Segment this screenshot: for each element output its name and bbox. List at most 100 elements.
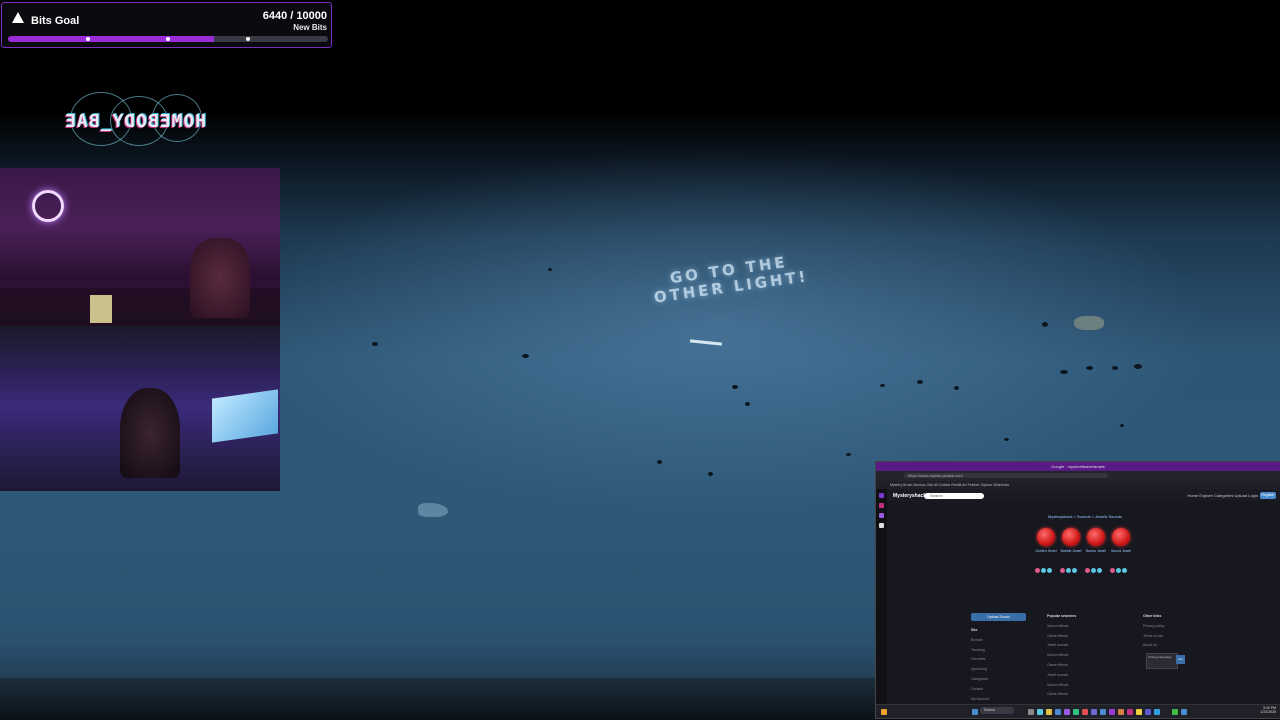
footer-link[interactable]: Jewel sounds [1047,673,1068,677]
taskbar-app-icon[interactable] [1046,709,1052,715]
taskbar-app-icon[interactable] [1109,709,1115,715]
taskbar-app-icon[interactable] [1127,709,1133,715]
jewel-thumbnail[interactable] [1112,528,1130,546]
rating-icons [1085,560,1107,573]
taskbar-app-icon[interactable] [1082,709,1088,715]
ground-pebble [1086,366,1093,370]
rating-icons [1110,560,1132,573]
weather-icon[interactable] [881,709,887,715]
ground-pebble [657,460,662,464]
footer-link[interactable]: Jewel sounds [1047,643,1068,647]
ground-pebble [522,354,529,358]
footer-link[interactable]: Upcoming [971,667,987,671]
ground-pebble [732,385,738,389]
sidebar-app-icon[interactable] [879,503,884,508]
monitor-glow [90,295,112,323]
footer-link[interactable]: Favorites [971,657,985,661]
ground-pebble [1004,438,1009,441]
bits-goal-title: Bits Goal [31,15,80,27]
jewel-thumbnail[interactable] [1062,528,1080,546]
jewel-thumbnail[interactable] [1087,528,1105,546]
jewel-name[interactable]: Sound Jewel [1110,549,1132,553]
taskbar-app-icon[interactable] [1028,709,1034,715]
taskbar-app-icon[interactable] [1154,709,1160,715]
site-search-input[interactable]: Search [924,493,984,499]
taskbar-search[interactable]: Search [980,707,1014,714]
taskbar-app-icon[interactable] [1073,709,1079,715]
language-selector[interactable]: Change language [1146,653,1178,669]
jewel-name[interactable]: Golden Jewel [1035,549,1057,553]
paper-debris [418,503,448,517]
taskbar-app-icon[interactable] [1172,709,1178,715]
footer-link[interactable]: My Account [971,697,989,701]
rating-icons [1060,560,1082,573]
jewel-name[interactable]: Bonus Jewel [1085,549,1107,553]
language-go-button[interactable]: Go [1176,655,1185,664]
taskbar-app-icon[interactable] [1145,709,1151,715]
bits-goal-progress-fill [8,36,215,42]
sidebar-app-icon[interactable] [879,513,884,518]
browser-titlebar[interactable]: Google · mystcraftsavedsnails [876,462,1280,471]
footer-link[interactable]: Browse [971,638,983,642]
ground-pebble [880,384,885,387]
progress-milestone-marker [166,37,170,41]
footer-link[interactable]: Sound effects [1047,653,1068,657]
taskbar-app-icon[interactable] [1181,709,1187,715]
sidebar-app-icon[interactable] [879,493,884,498]
ground-pebble [708,472,713,476]
taskbar-app-icon[interactable] [1100,709,1106,715]
clock-date: 1/23/2025 [1260,710,1276,714]
taskbar-app-icon[interactable] [1064,709,1070,715]
bits-goal-subtitle: New Bits [293,23,327,32]
breadcrumb[interactable]: Mysteryshack > Sounds > Jewels Sounds [1048,514,1122,519]
streamer-logo: HOMEBODY_BAE [60,92,210,146]
floor-edge [0,678,880,720]
os-taskbar [876,704,1280,718]
taskbar-app-icon[interactable] [1136,709,1142,715]
sidebar-app-icon[interactable] [879,523,884,528]
triangle-icon [12,12,24,23]
footer-link[interactable]: Game effects [1047,692,1068,696]
footer-link[interactable]: Game effects [1047,663,1068,667]
taskbar-app-icon[interactable] [1037,709,1043,715]
taskbar-clock[interactable]: 3:40 PM 1/23/2025 [1260,706,1276,714]
footer-col-title: Site [971,628,978,632]
address-bar[interactable]: https://www.mysteryshack.com [904,473,1108,478]
jewel-name[interactable]: Bubble Jewel [1060,549,1082,553]
start-icon[interactable] [972,709,978,715]
site-brand[interactable]: Mysteryshack [893,493,926,499]
footer-col-title: Popular searches [1047,614,1077,618]
footer-link[interactable]: Game effects [1047,634,1068,638]
footer-link[interactable]: Trending [971,648,985,652]
progress-milestone-marker [246,37,250,41]
bookmarks-bar[interactable]: Mystery Brush Moneys Oak All Collabs Red… [876,481,1280,489]
ground-pebble [954,386,959,390]
ring-light [32,190,64,222]
ground-pebble [548,268,552,271]
jewel-thumbnail[interactable] [1037,528,1055,546]
ground-pebble [372,342,378,346]
taskbar-app-icon[interactable] [1055,709,1061,715]
footer-link[interactable]: Sound effects [1047,624,1068,628]
floor-message: GO TO THE OTHER LIGHT! [579,241,881,316]
ground-pebble [1134,364,1142,369]
footer-link[interactable]: Sound effects [1047,683,1068,687]
taskbar-app-icon[interactable] [1118,709,1124,715]
register-button[interactable]: Register [1260,492,1276,499]
browser-window[interactable]: Google · mystcraftsavedsnails https://ww… [875,461,1280,719]
rating-icons [1035,560,1057,573]
taskbar-app-icon[interactable] [1091,709,1097,715]
leaf-debris [1074,316,1104,330]
footer-link[interactable]: Categories [971,677,988,681]
footer-link[interactable]: Contact [971,687,983,691]
site-nav-links[interactable]: Home Explore Categories Upload Login [1188,493,1258,498]
footer-link[interactable]: Terms of use [1143,634,1163,638]
bits-goal-widget: Bits Goal 6440 / 10000 New Bits [1,2,332,48]
webcam-feed [0,168,280,491]
upload-sound-button[interactable]: Upload Sound [971,613,1026,621]
footer-link[interactable]: Privacy policy [1143,624,1164,628]
footer-link[interactable]: About us [1143,643,1157,647]
ground-pebble [1112,366,1118,370]
cigarette-butt [689,339,723,346]
ground-pebble [1060,370,1068,374]
